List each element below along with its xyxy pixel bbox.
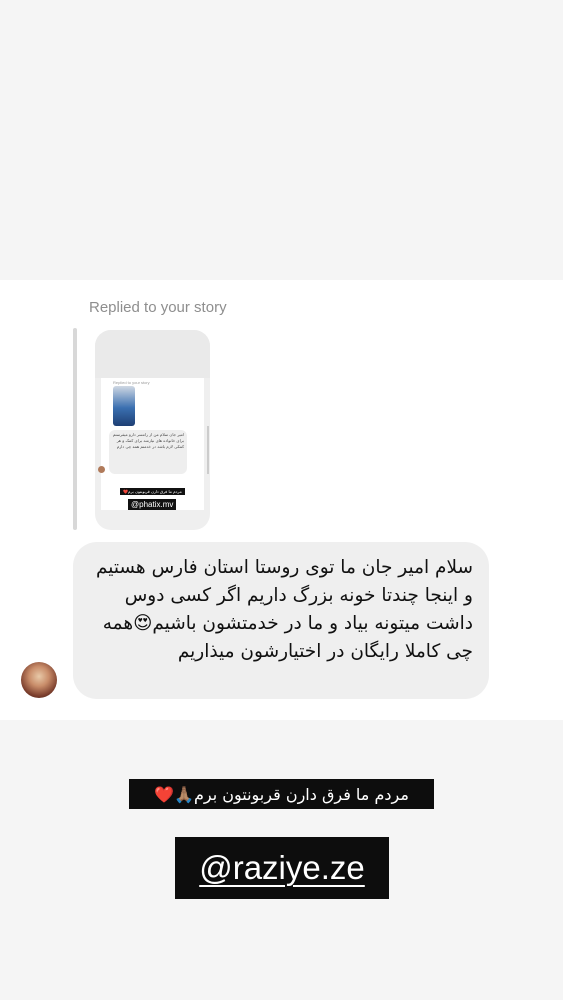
replied-to-story-label: Replied to your story — [89, 299, 227, 316]
thumbnail-avatar — [98, 466, 105, 473]
story-background-top — [0, 0, 563, 280]
thumbnail-sticker-caption: مردم ما فرق دارن قربونتون برم❤️ — [120, 488, 185, 495]
quote-bar — [73, 328, 77, 530]
message-bubble[interactable]: سلام امیر جان ما توی روستا استان فارس هس… — [73, 542, 489, 699]
thumbnail-top-area — [95, 330, 210, 378]
thumbnail-quote-bar — [207, 426, 209, 474]
thumbnail-replied-label: Replied to your story — [113, 380, 150, 385]
thumbnail-message-bubble: امیر جان سلام من از رامسر دارو میفرستم ب… — [109, 430, 187, 474]
thumbnail-story-photo — [113, 386, 135, 426]
mention-handle[interactable]: @raziye.ze — [199, 849, 365, 887]
mention-sticker[interactable]: @raziye.ze — [175, 837, 389, 899]
sender-avatar[interactable] — [21, 662, 57, 698]
thumbnail-mention: @phatix.mv — [128, 499, 177, 510]
message-text: سلام امیر جان ما توی روستا استان فارس هس… — [95, 557, 473, 662]
sticker-caption: مردم ما فرق دارن قربونتون برم🙏🏽❤️ — [129, 779, 434, 809]
story-thumbnail[interactable]: Replied to your story امیر جان سلام من ا… — [95, 330, 210, 530]
